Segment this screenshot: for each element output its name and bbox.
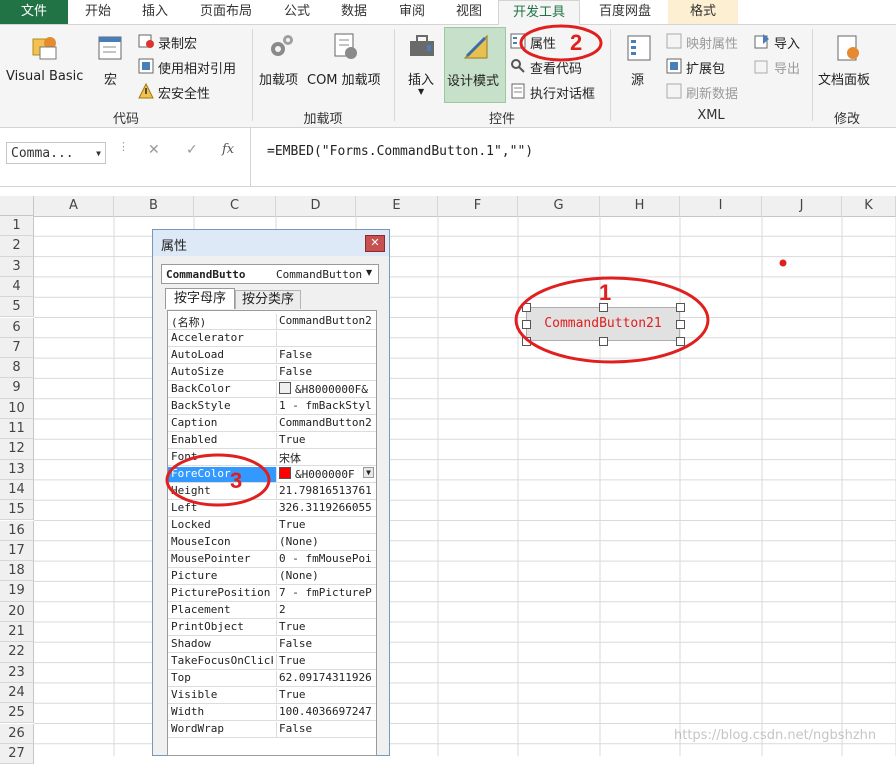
watermark: https://blog.csdn.net/ngbshzhn: [674, 728, 877, 743]
annotation-label-3: 3: [230, 468, 243, 493]
annotation-ellipse-1: [514, 276, 710, 364]
annotation-overlay: [165, 24, 787, 507]
annotation-ellipse-2: [519, 24, 603, 62]
annotation-label-1: 1: [599, 280, 612, 305]
annotation-label-2: 2: [570, 30, 583, 55]
red-dot: [779, 259, 787, 267]
annotation-ellipse-3: [165, 453, 271, 507]
